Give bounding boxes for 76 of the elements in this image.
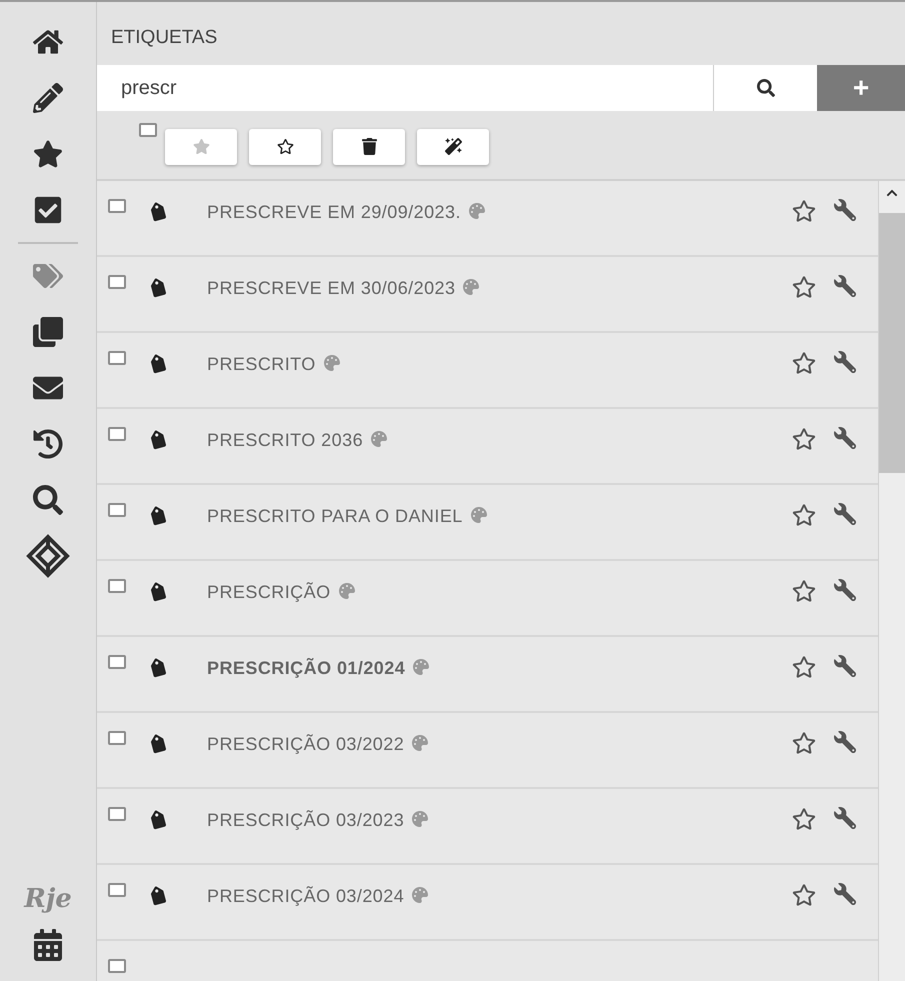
tag-label: PRESCREVE EM 29/09/2023. bbox=[207, 200, 461, 224]
star-outline-icon[interactable] bbox=[792, 426, 816, 450]
tag-row[interactable]: PRESCRIÇÃO 03/2022 bbox=[97, 712, 878, 788]
scrollbar[interactable] bbox=[878, 180, 905, 981]
checkbox-icon[interactable] bbox=[33, 195, 63, 225]
checkbox[interactable] bbox=[108, 882, 126, 896]
star-outline-icon[interactable] bbox=[792, 730, 816, 754]
checkbox[interactable] bbox=[108, 502, 126, 516]
checkbox[interactable] bbox=[108, 350, 126, 364]
tag-label: PRESCRIÇÃO 03/2023 bbox=[207, 808, 404, 832]
star-outline-icon[interactable] bbox=[792, 274, 816, 298]
star-outline-icon bbox=[276, 138, 294, 155]
tag-label: PRESCRIÇÃO 03/2024 bbox=[207, 884, 404, 908]
tag-row[interactable]: PRESCREVE EM 30/06/2023 bbox=[97, 256, 878, 332]
tags-icon[interactable] bbox=[33, 261, 63, 291]
search-icon bbox=[756, 78, 774, 96]
tag-label: PRESCRIÇÃO 03/2022 bbox=[207, 732, 404, 756]
star-outline-icon[interactable] bbox=[792, 654, 816, 678]
star-outline-icon[interactable] bbox=[792, 882, 816, 906]
checkbox[interactable] bbox=[108, 274, 126, 288]
tag-row[interactable]: PRESCRITO PARA O DANIEL bbox=[97, 484, 878, 560]
wrench-icon[interactable] bbox=[834, 578, 856, 600]
wrench-icon[interactable] bbox=[834, 350, 856, 372]
checkbox[interactable] bbox=[139, 122, 157, 136]
star-outline-icon[interactable] bbox=[792, 350, 816, 374]
tag-row[interactable]: PRESCRIÇÃO 03/2024 bbox=[97, 864, 878, 940]
search-icon[interactable] bbox=[33, 485, 63, 515]
tag-row[interactable]: PRESCRIÇÃO bbox=[97, 560, 878, 636]
tag-label: PRESCREVE EM 30/06/2023 bbox=[207, 276, 456, 300]
tag-label: PRESCRITO PARA O DANIEL bbox=[207, 504, 463, 528]
clone-icon[interactable] bbox=[33, 317, 63, 347]
tag-label: PRESCRIÇÃO 01/2024 bbox=[207, 656, 406, 680]
wrench-icon[interactable] bbox=[834, 274, 856, 296]
checkbox[interactable] bbox=[108, 426, 126, 440]
calendar-icon[interactable] bbox=[32, 929, 64, 961]
wrench-icon[interactable] bbox=[834, 426, 856, 448]
wrench-icon[interactable] bbox=[834, 882, 856, 904]
toolbar-button[interactable] bbox=[417, 128, 489, 164]
star-outline-icon[interactable] bbox=[792, 578, 816, 602]
scrollbar-thumb[interactable] bbox=[879, 212, 905, 472]
checkbox[interactable] bbox=[108, 654, 126, 668]
tag-row[interactable]: PRESCRIÇÃO 01/2024 bbox=[97, 636, 878, 712]
checkbox[interactable] bbox=[108, 806, 126, 820]
wrench-icon[interactable] bbox=[834, 502, 856, 524]
star-outline-icon[interactable] bbox=[792, 806, 816, 830]
wrench-icon[interactable] bbox=[834, 198, 856, 220]
checkbox[interactable] bbox=[108, 730, 126, 744]
add-button[interactable]: + bbox=[817, 64, 905, 110]
checkbox[interactable] bbox=[108, 958, 126, 972]
magic-wand-icon bbox=[444, 138, 462, 155]
toolbar-button[interactable] bbox=[333, 128, 405, 164]
search-button[interactable] bbox=[713, 64, 817, 110]
search-field[interactable]: prescr bbox=[97, 64, 713, 110]
logo-text: Rje bbox=[24, 883, 72, 916]
tag-label: PRESCRIÇÃO bbox=[207, 580, 331, 604]
page-title: ETIQUETAS bbox=[111, 27, 218, 48]
star-outline-icon[interactable] bbox=[792, 198, 816, 222]
wrench-icon[interactable] bbox=[834, 654, 856, 676]
pencil-icon[interactable] bbox=[33, 83, 63, 113]
trash-icon bbox=[360, 138, 378, 155]
wrench-icon[interactable] bbox=[834, 730, 856, 752]
tag-label: PRESCRITO bbox=[207, 352, 316, 376]
tag-row[interactable]: PRESCREVE EM 29/09/2023. bbox=[97, 180, 878, 256]
tag-label: PRESCRITO 2036 bbox=[207, 428, 364, 452]
wrench-icon[interactable] bbox=[834, 806, 856, 828]
checkbox[interactable] bbox=[108, 198, 126, 212]
tag-row[interactable]: PRESCRITO bbox=[97, 332, 878, 408]
toolbar-button[interactable] bbox=[249, 128, 321, 164]
checkbox[interactable] bbox=[108, 578, 126, 592]
history-icon[interactable] bbox=[33, 429, 63, 459]
star-outline-icon[interactable] bbox=[792, 502, 816, 526]
star-icon bbox=[192, 138, 210, 155]
star-icon[interactable] bbox=[33, 139, 63, 169]
tag-row[interactable]: PRESCRIÇÃO 03/2023 bbox=[97, 788, 878, 864]
tag-row[interactable]: PRESCRITO 2036 bbox=[97, 408, 878, 484]
diamond-logo-icon[interactable] bbox=[26, 534, 70, 578]
